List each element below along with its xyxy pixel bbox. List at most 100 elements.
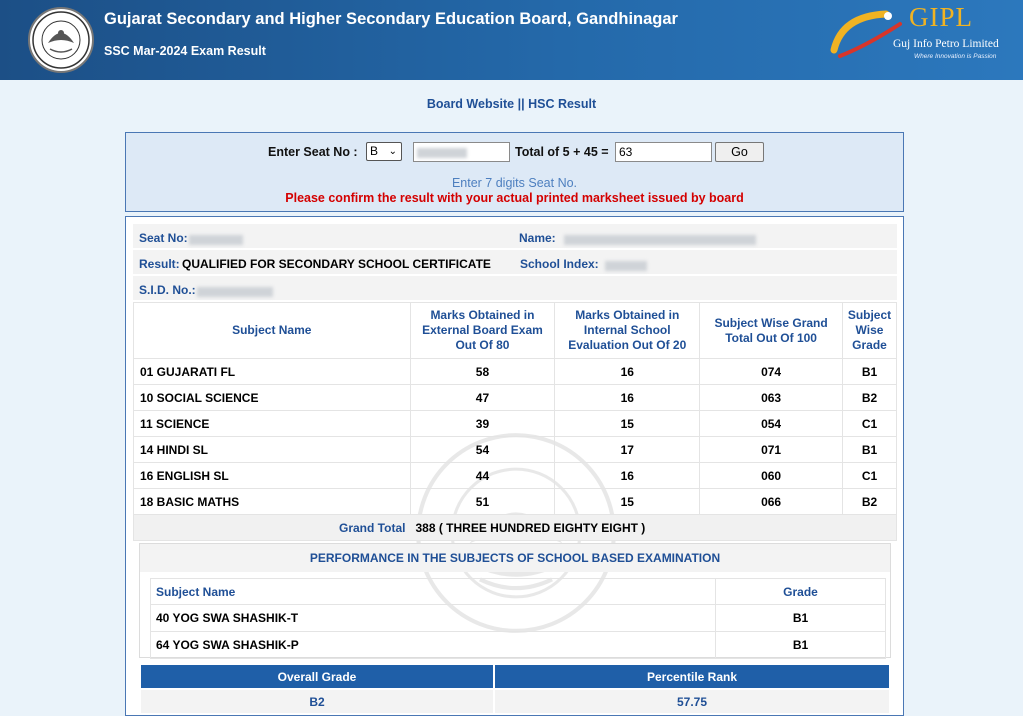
exam-subtitle: SSC Mar-2024 Exam Result (104, 44, 266, 58)
table-row: 14 HINDI SL 54 17 071 B1 (133, 436, 898, 463)
grand-total-value: 388 ( THREE HUNDRED EIGHTY EIGHT ) (415, 520, 646, 535)
perf-subject-name: 40 YOG SWA SHASHIK-T (150, 604, 716, 632)
internal-marks: 15 (554, 410, 701, 437)
external-marks: 47 (409, 384, 556, 411)
board-website-link[interactable]: Board Website (427, 97, 514, 111)
board-title: Gujarat Secondary and Higher Secondary E… (104, 10, 678, 28)
external-marks: 44 (409, 462, 556, 489)
chevron-down-icon: ⌄ (388, 146, 397, 157)
perf-subject-grade: B1 (715, 604, 886, 632)
performance-heading: PERFORMANCE IN THE SUBJECTS OF SCHOOL BA… (140, 544, 890, 572)
seat-no-label: Enter Seat No : (268, 145, 358, 159)
overall-grade-value: B2 (139, 688, 495, 715)
external-marks: 51 (409, 488, 556, 515)
seat-number-input[interactable] (413, 142, 510, 162)
subject-grade: B1 (841, 358, 898, 385)
subject-total: 074 (699, 358, 843, 385)
perf-col-subject: Subject Name (150, 578, 716, 605)
marks-table: Subject Name Marks Obtained in External … (133, 302, 898, 541)
internal-marks: 15 (554, 488, 701, 515)
result-value: QUALIFIED FOR SECONDARY SCHOOL CERTIFICA… (182, 257, 491, 271)
table-row: 64 YOG SWA SHASHIK-P B1 (150, 631, 886, 659)
perf-subject-grade: B1 (715, 631, 886, 659)
subject-grade: B2 (841, 384, 898, 411)
grand-total-label: Grand Total (339, 520, 406, 535)
info-row-result: Result: QUALIFIED FOR SECONDARY SCHOOL C… (133, 250, 897, 275)
hsc-result-link[interactable]: HSC Result (528, 97, 596, 111)
site-header: Gujarat Secondary and Higher Secondary E… (0, 0, 1023, 80)
table-row: 40 YOG SWA SHASHIK-T B1 (150, 604, 886, 632)
subject-grade: C1 (841, 410, 898, 437)
internal-marks: 16 (554, 384, 701, 411)
col-external-marks: Marks Obtained in External Board Exam Ou… (409, 302, 556, 359)
table-row: 18 BASIC MATHS 51 15 066 B2 (133, 488, 898, 515)
internal-marks: 16 (554, 462, 701, 489)
internal-marks: 17 (554, 436, 701, 463)
subject-total: 063 (699, 384, 843, 411)
subject-total: 066 (699, 488, 843, 515)
subject-name: 14 HINDI SL (133, 436, 411, 463)
table-row: 01 GUJARATI FL 58 16 074 B1 (133, 358, 898, 385)
percentile-rank-label: Percentile Rank (493, 663, 891, 690)
top-links: Board Website || HSC Result (0, 97, 1023, 111)
table-row: 11 SCIENCE 39 15 054 C1 (133, 410, 898, 437)
info-row-seat: Seat No: Name: (133, 224, 897, 249)
info-row-sid: S.I.D. No.: (133, 276, 897, 301)
grand-total-row: Grand Total 388 ( THREE HUNDRED EIGHTY E… (133, 514, 897, 541)
external-marks: 58 (409, 358, 556, 385)
seat-label: Seat No: (139, 231, 188, 245)
subject-grade: B2 (841, 488, 898, 515)
seat-series-select[interactable]: B ⌄ (366, 142, 402, 161)
col-grade: Subject Wise Grade (841, 302, 898, 359)
captcha-input[interactable]: 63 (615, 142, 712, 162)
confirm-warning: Please confirm the result with your actu… (285, 191, 744, 205)
link-separator: || (517, 97, 525, 111)
col-subject-name: Subject Name (133, 302, 411, 359)
board-logo (28, 7, 94, 73)
subject-grade: B1 (841, 436, 898, 463)
subject-total: 071 (699, 436, 843, 463)
redacted-sid (197, 284, 273, 298)
external-marks: 54 (409, 436, 556, 463)
subject-name: 16 ENGLISH SL (133, 462, 411, 489)
overall-grade-table: Overall Grade Percentile Rank B2 57.75 (139, 663, 891, 715)
gipl-tagline: Where Innovation is Passion (914, 53, 997, 60)
redacted-seat-number (417, 147, 467, 158)
col-internal-marks: Marks Obtained in Internal School Evalua… (554, 302, 701, 359)
redacted-name (564, 232, 756, 246)
perf-col-grade: Grade (715, 578, 886, 605)
go-button[interactable]: Go (715, 142, 764, 162)
perf-subject-name: 64 YOG SWA SHASHIK-P (150, 631, 716, 659)
col-grand-total: Subject Wise Grand Total Out Of 100 (699, 302, 843, 359)
gipl-swoosh-icon (830, 10, 902, 58)
board-emblem-icon (32, 11, 90, 69)
seat-series-value: B (370, 144, 379, 158)
subject-name: 01 GUJARATI FL (133, 358, 411, 385)
internal-marks: 16 (554, 358, 701, 385)
performance-table: Subject Name Grade 40 YOG SWA SHASHIK-T … (150, 578, 886, 659)
redacted-school-index (605, 258, 647, 272)
gipl-name: GIPL (909, 2, 973, 32)
overall-grade-label: Overall Grade (139, 663, 495, 690)
subject-grade: C1 (841, 462, 898, 489)
subject-name: 10 SOCIAL SCIENCE (133, 384, 411, 411)
school-exam-performance: PERFORMANCE IN THE SUBJECTS OF SCHOOL BA… (139, 543, 891, 659)
external-marks: 39 (409, 410, 556, 437)
percentile-rank-value: 57.75 (493, 688, 891, 715)
subject-total: 060 (699, 462, 843, 489)
table-row: 16 ENGLISH SL 44 16 060 C1 (133, 462, 898, 489)
subject-total: 054 (699, 410, 843, 437)
gipl-full-name: Guj Info Petro Limited (893, 38, 999, 50)
gipl-logo: GIPL Guj Info Petro Limited Where Innova… (826, 2, 1016, 64)
school-index-label: School Index: (520, 257, 599, 271)
seat-hint: Enter 7 digits Seat No. (451, 176, 578, 190)
subject-name: 11 SCIENCE (133, 410, 411, 437)
subject-name: 18 BASIC MATHS (133, 488, 411, 515)
captcha-label: Total of 5 + 45 = (515, 145, 609, 159)
sid-label: S.I.D. No.: (139, 283, 196, 297)
seat-search-panel: Enter Seat No : B ⌄ Total of 5 + 45 = 63… (125, 132, 904, 212)
result-label: Result: (139, 257, 180, 271)
table-row: 10 SOCIAL SCIENCE 47 16 063 B2 (133, 384, 898, 411)
name-label: Name: (519, 231, 556, 245)
redacted-seat (189, 232, 243, 246)
